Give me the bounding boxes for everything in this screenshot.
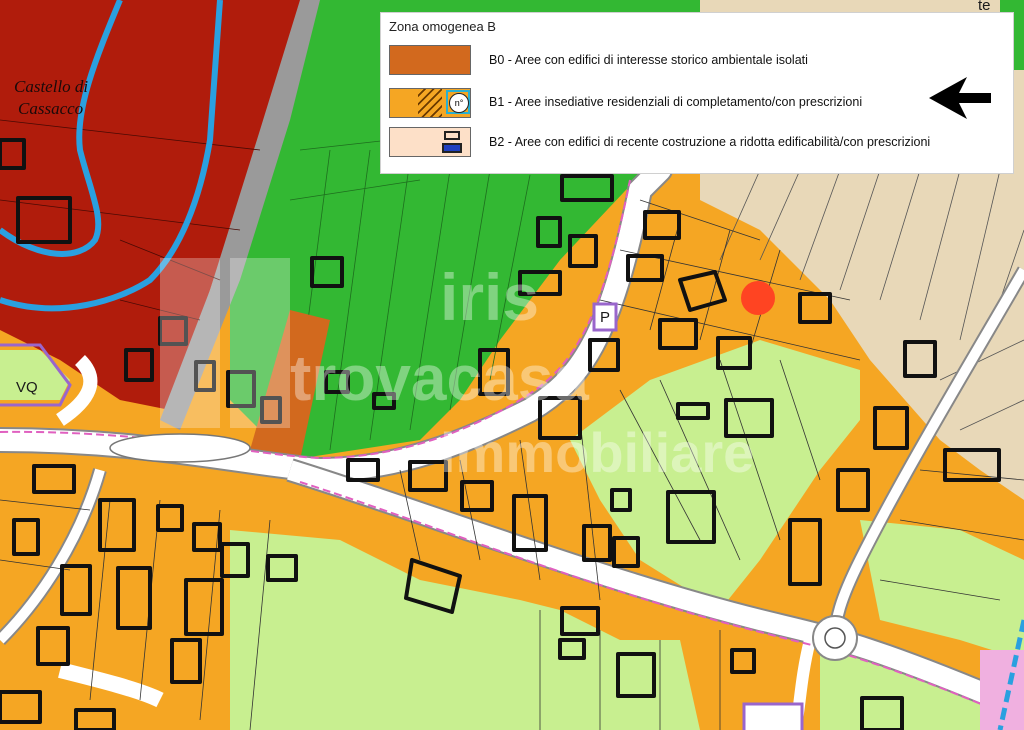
watermark-line1: trovacasa [290, 342, 589, 414]
legend-title: Zona omogenea B [389, 19, 496, 34]
legend-swatch-b1: n° [389, 88, 471, 118]
public-area-south [742, 702, 804, 730]
place-label-line2: Cassacco [18, 99, 83, 118]
zone-label-vq: VQ [16, 379, 38, 396]
legend-swatch-b0 [389, 45, 471, 75]
traffic-island-west [109, 433, 251, 463]
legend-swatch-b1-prescription: n° [446, 90, 470, 114]
parking-label: P [600, 309, 610, 326]
legend-panel: Zona omogenea B B0 - Aree con edifici di… [380, 12, 1014, 174]
legend-label-b1: B1 - Aree insediative residenziali di co… [489, 95, 863, 109]
property-location-marker [741, 281, 775, 315]
legend-b2-building-outline [444, 131, 460, 140]
watermark-brand: iris [440, 260, 539, 334]
legend-swatch-b2 [389, 127, 471, 157]
legend-label-b0: B0 - Aree con edifici di interesse stori… [489, 53, 808, 67]
watermark-line2: immobiliare [440, 421, 754, 484]
legend-b2-building-filled [442, 143, 462, 153]
legend-swatch-b1-hatch [418, 89, 442, 117]
arrow-left-icon [929, 77, 991, 119]
watermark-logo-bar [230, 258, 290, 428]
legend-label-b2: B2 - Aree con edifici di recente costruz… [489, 135, 931, 149]
roundabout-east-island [824, 627, 846, 649]
prescription-number-badge: n° [449, 93, 469, 113]
watermark-logo-bar [160, 258, 220, 428]
place-label-line1: Castello di [14, 77, 88, 96]
